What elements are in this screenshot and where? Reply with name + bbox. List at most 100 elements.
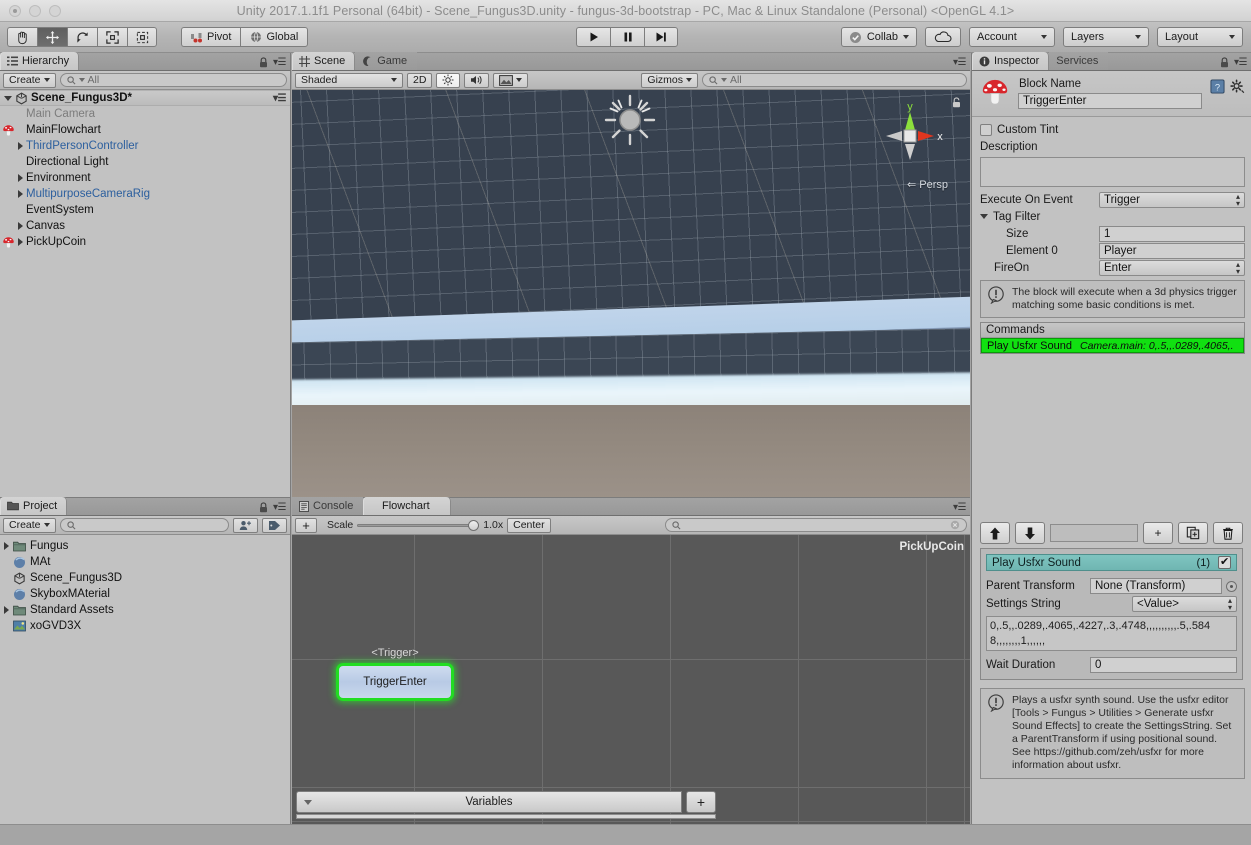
play-button[interactable] [576, 27, 610, 47]
execute-on-event-dropdown[interactable]: Trigger ▴ ▾ [1099, 191, 1245, 208]
command-search-field[interactable] [1050, 524, 1138, 543]
tag-filter-row[interactable]: Tag Filter [972, 208, 1251, 225]
delete-command-button[interactable] [1213, 522, 1243, 545]
pivot-group[interactable]: Pivot Global [181, 27, 309, 47]
search-clear-icon[interactable] [950, 520, 960, 530]
project-item[interactable]: SkyboxMAterial [0, 586, 290, 602]
chevron-right-icon[interactable] [18, 174, 23, 182]
hand-tool-button[interactable] [7, 27, 37, 47]
hierarchy-item[interactable]: Canvas [0, 218, 290, 234]
command-enabled-checkbox[interactable] [1218, 555, 1231, 570]
tab-hierarchy[interactable]: Hierarchy [0, 52, 80, 70]
scene-tab-right[interactable]: ▾☰ [953, 57, 966, 68]
tab-inspector[interactable]: Inspector [972, 52, 1050, 70]
add-command-button[interactable]: + [1143, 522, 1173, 545]
command-list-row[interactable]: Play Usfxr Sound Camera.main: 0,.5,,.028… [981, 338, 1244, 354]
hierarchy-item[interactable]: Directional Light [0, 154, 290, 170]
collab-button[interactable]: Collab [840, 27, 917, 47]
chevron-right-icon[interactable] [4, 606, 9, 614]
chevron-right-icon[interactable] [18, 238, 23, 246]
fireon-dropdown[interactable]: Enter ▴ ▾ [1099, 259, 1245, 276]
scale-slider[interactable] [357, 518, 480, 532]
rect-tool-button[interactable] [127, 27, 157, 47]
hierarchy-item[interactable]: EventSystem [0, 202, 290, 218]
flowchart-search-input[interactable] [665, 518, 967, 532]
inspector-header-icons[interactable]: ? [1210, 77, 1245, 94]
layout-button[interactable]: Layout [1157, 27, 1243, 47]
flowchart-menu-icon[interactable]: ▾☰ [953, 502, 966, 513]
project-create-button[interactable]: Create [3, 517, 56, 533]
element0-input[interactable]: Player [1099, 242, 1245, 259]
flowchart-tab-right[interactable]: ▾☰ [953, 502, 966, 513]
global-button[interactable]: Global [240, 27, 309, 47]
block-name-input[interactable]: TriggerEnter [1018, 93, 1202, 109]
twod-toggle-button[interactable]: 2D [407, 72, 433, 88]
custom-tint-row[interactable]: Custom Tint [972, 121, 1251, 138]
hierarchy-tab-right[interactable]: ▾☰ [259, 57, 286, 68]
project-menu-icon[interactable]: ▾☰ [273, 502, 286, 513]
scale-slider-handle[interactable] [468, 519, 480, 531]
move-command-down-button[interactable] [1015, 522, 1045, 545]
tab-flowchart[interactable]: Flowchart [363, 497, 452, 515]
settings-string-dropdown[interactable]: <Value> ▴ ▾ [1132, 596, 1237, 613]
gizmos-dropdown[interactable]: Gizmos [641, 72, 698, 88]
scene-viewport[interactable]: y x ⇐ Persp [292, 90, 970, 497]
chevron-right-icon[interactable] [18, 222, 23, 230]
hierarchy-item[interactable]: Environment [0, 170, 290, 186]
lighting-toggle-button[interactable] [436, 72, 461, 88]
scene-lock-icon[interactable] [952, 97, 961, 108]
tab-project[interactable]: Project [0, 497, 68, 515]
hierarchy-item[interactable]: ThirdPersonController [0, 138, 290, 154]
hierarchy-item[interactable]: Main Camera [0, 106, 290, 122]
shading-mode-dropdown[interactable]: Shaded [295, 72, 403, 88]
hierarchy-scene-row[interactable]: Scene_Fungus3D* ▾☰ [0, 90, 290, 106]
move-tool-button[interactable] [37, 27, 67, 47]
hierarchy-create-button[interactable]: Create [3, 72, 56, 88]
parent-transform-input[interactable]: None (Transform) [1090, 578, 1222, 595]
cloud-button[interactable] [925, 27, 961, 47]
hierarchy-scene-menu-icon[interactable]: ▾☰ [273, 93, 286, 104]
help-book-icon[interactable]: ? [1210, 79, 1225, 94]
variables-add-button[interactable]: + [686, 791, 716, 813]
scene-fx-button[interactable] [493, 72, 529, 88]
hierarchy-menu-icon[interactable]: ▾☰ [273, 57, 286, 68]
gear-icon[interactable] [1230, 79, 1245, 94]
flowchart-block-wrapper[interactable]: <Trigger> TriggerEnter [336, 647, 454, 701]
project-search-input[interactable] [59, 518, 229, 532]
account-button[interactable]: Account [969, 27, 1055, 47]
pivot-button[interactable]: Pivot [181, 27, 241, 47]
size-input[interactable]: 1 [1099, 225, 1245, 242]
hierarchy-search-input[interactable]: All [59, 73, 287, 87]
scene-menu-icon[interactable]: ▾☰ [953, 57, 966, 68]
hierarchy-item[interactable]: PickUpCoin [0, 234, 290, 250]
flowchart-block-triggerenter[interactable]: TriggerEnter [336, 663, 454, 701]
scale-tool-button[interactable] [97, 27, 127, 47]
layers-button[interactable]: Layers [1063, 27, 1149, 47]
flowchart-canvas[interactable]: PickUpCoin <Trigger> TriggerEnter Variab… [292, 535, 970, 825]
settings-string-textarea[interactable]: 0,.5,,.0289,.4065,.4227,.3,.4748,,,,,,,,… [986, 616, 1237, 651]
transform-tools[interactable] [7, 27, 157, 47]
hierarchy-item[interactable]: MultipurposeCameraRig [0, 186, 290, 202]
tab-services[interactable]: Services [1049, 52, 1109, 70]
chevron-down-icon[interactable] [4, 95, 12, 101]
object-picker-icon[interactable] [1226, 580, 1237, 592]
project-tab-right[interactable]: ▾☰ [259, 502, 286, 513]
audio-toggle-button[interactable] [464, 72, 490, 88]
project-filter-type-button[interactable] [233, 517, 258, 533]
custom-tint-checkbox[interactable] [980, 123, 992, 136]
project-item[interactable]: Scene_Fungus3D [0, 570, 290, 586]
command-editor-title-bar[interactable]: Play Usfxr Sound (1) [986, 554, 1237, 572]
hierarchy-item[interactable]: MainFlowchart [0, 122, 290, 138]
wait-duration-input[interactable]: 0 [1090, 656, 1237, 673]
project-item[interactable]: Standard Assets [0, 602, 290, 618]
pause-button[interactable] [610, 27, 644, 47]
project-item[interactable]: xoGVD3X [0, 618, 290, 634]
move-command-up-button[interactable] [980, 522, 1010, 545]
tab-game[interactable]: Game [355, 52, 418, 70]
project-filter-label-button[interactable] [262, 517, 287, 533]
step-button[interactable] [644, 27, 678, 47]
flowchart-center-button[interactable]: Center [507, 517, 551, 533]
playback-controls[interactable] [576, 27, 678, 47]
chevron-right-icon[interactable] [18, 142, 23, 150]
scene-search-input[interactable]: All [702, 73, 967, 87]
